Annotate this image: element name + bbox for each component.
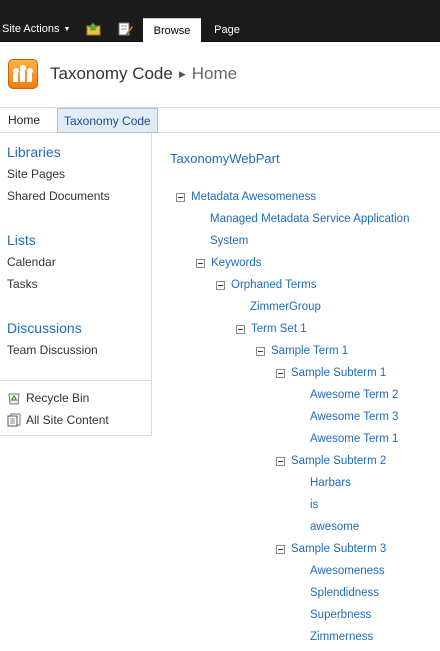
tree-node-label[interactable]: Term Set 1: [251, 323, 307, 335]
tree-node-label[interactable]: Sample Subterm 1: [291, 367, 386, 379]
chevron-down-icon: ▼: [63, 25, 71, 33]
tree-node[interactable]: is: [310, 499, 318, 511]
tree-node-label[interactable]: Awesomeness: [310, 565, 385, 577]
tree-node-label[interactable]: Superbness: [310, 609, 371, 621]
tab-browse[interactable]: Browse: [143, 18, 201, 42]
tree-node-label[interactable]: Metadata Awesomeness: [191, 191, 316, 203]
breadcrumb-arrow-icon: ▶: [178, 68, 186, 79]
nav-shared-documents[interactable]: Shared Documents: [7, 189, 110, 203]
breadcrumb: Taxonomy Code ▶ Home: [50, 64, 237, 84]
tree-node-label[interactable]: Awesome Term 3: [310, 411, 398, 423]
tree-node[interactable]: awesome: [310, 521, 359, 533]
heading-libraries[interactable]: Libraries: [7, 144, 61, 160]
topnav-home[interactable]: Home: [2, 108, 46, 132]
tree-node-label[interactable]: Sample Subterm 2: [291, 455, 386, 467]
collapse-icon[interactable]: [196, 258, 205, 268]
tree-node[interactable]: Awesome Term 2: [310, 389, 398, 401]
tree-node[interactable]: Awesome Term 1: [310, 433, 398, 445]
tree-node-label[interactable]: Keywords: [211, 257, 262, 269]
collapse-icon[interactable]: [256, 346, 265, 356]
tree-node[interactable]: System: [210, 235, 248, 247]
tab-page[interactable]: Page: [204, 18, 250, 42]
nav-calendar[interactable]: Calendar: [7, 255, 56, 269]
heading-lists[interactable]: Lists: [7, 232, 36, 248]
tree-node[interactable]: Zimmerness: [310, 631, 373, 643]
tree-node[interactable]: Term Set 1: [236, 323, 307, 335]
topnav-taxonomy-code[interactable]: Taxonomy Code: [57, 108, 158, 133]
tree-node-label[interactable]: Sample Subterm 3: [291, 543, 386, 555]
heading-discussions[interactable]: Discussions: [7, 320, 82, 336]
title-area: Taxonomy Code ▶ Home: [0, 42, 440, 108]
tree-node[interactable]: ZimmerGroup: [250, 301, 321, 313]
tree-node[interactable]: Managed Metadata Service Application: [210, 213, 409, 225]
tree-node-label[interactable]: Splendidness: [310, 587, 379, 599]
tree-node-label[interactable]: ZimmerGroup: [250, 301, 321, 313]
tree-node-label[interactable]: is: [310, 499, 318, 511]
recycle-bin-label: Recycle Bin: [26, 391, 90, 405]
webpart-title[interactable]: TaxonomyWebPart: [170, 151, 280, 166]
nav-tasks[interactable]: Tasks: [7, 277, 38, 291]
tree-node[interactable]: Splendidness: [310, 587, 379, 599]
nav-site-pages[interactable]: Site Pages: [7, 167, 65, 181]
site-content-icon: [7, 413, 21, 427]
tree-node-label[interactable]: Awesome Term 2: [310, 389, 398, 401]
tree-node[interactable]: Sample Subterm 2: [276, 455, 386, 467]
recycle-bin-icon: [8, 393, 20, 405]
page-title: Home: [191, 64, 238, 83]
site-title-link[interactable]: Taxonomy Code: [50, 64, 173, 84]
navigate-up-icon[interactable]: [86, 22, 102, 36]
collapse-icon[interactable]: [236, 324, 245, 334]
tree-node[interactable]: Harbars: [310, 477, 351, 489]
collapse-icon[interactable]: [276, 456, 285, 466]
nav-team-discussion[interactable]: Team Discussion: [7, 343, 98, 357]
tree-node[interactable]: Superbness: [310, 609, 371, 621]
tree-node-label[interactable]: awesome: [310, 521, 359, 533]
collapse-icon[interactable]: [276, 544, 285, 554]
tree-node-label[interactable]: Harbars: [310, 477, 351, 489]
collapse-icon[interactable]: [176, 192, 185, 202]
site-actions-label: Site Actions: [2, 23, 60, 35]
tree-node[interactable]: Awesome Term 3: [310, 411, 398, 423]
nav-all-site-content[interactable]: All Site Content: [7, 413, 109, 427]
divider: [0, 380, 151, 381]
tree-node-label[interactable]: Orphaned Terms: [231, 279, 316, 291]
tree-node[interactable]: Orphaned Terms: [216, 279, 316, 291]
all-site-content-label: All Site Content: [26, 413, 109, 427]
tree-node-label[interactable]: Managed Metadata Service Application: [210, 213, 409, 225]
top-navigation: Home Taxonomy Code: [0, 108, 440, 133]
collapse-icon[interactable]: [216, 280, 225, 290]
tree-node[interactable]: Sample Subterm 3: [276, 543, 386, 555]
tree-node-label[interactable]: Sample Term 1: [271, 345, 348, 357]
tree-node-label[interactable]: Zimmerness: [310, 631, 373, 643]
tree-node[interactable]: Metadata Awesomeness: [176, 191, 316, 203]
site-actions-menu[interactable]: Site Actions ▼: [2, 23, 70, 35]
collapse-icon[interactable]: [276, 368, 285, 378]
tree-node-label[interactable]: System: [210, 235, 248, 247]
tree-node-label[interactable]: Awesome Term 1: [310, 433, 398, 445]
nav-recycle-bin[interactable]: Recycle Bin: [7, 391, 89, 405]
quick-launch: Libraries Site Pages Shared Documents Li…: [0, 133, 152, 436]
edit-page-icon[interactable]: [117, 22, 133, 36]
tree-node[interactable]: Sample Term 1: [256, 345, 348, 357]
ribbon-bar: Site Actions ▼ Browse Page: [0, 0, 440, 42]
tree-node[interactable]: Awesomeness: [310, 565, 385, 577]
site-logo[interactable]: [8, 59, 38, 89]
tree-node[interactable]: Keywords: [196, 257, 262, 269]
tree-node[interactable]: Sample Subterm 1: [276, 367, 386, 379]
